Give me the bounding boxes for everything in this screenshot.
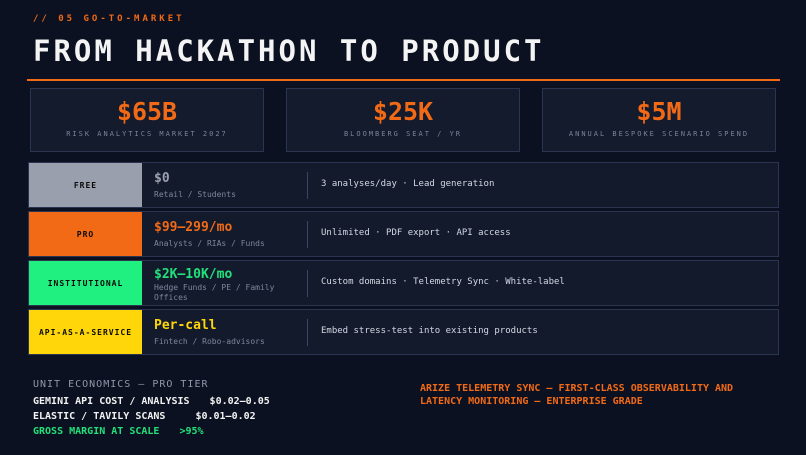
unit-economics-row: GROSS MARGIN AT SCALE >95% bbox=[33, 426, 204, 437]
stat-card-bloomberg: $25K BLOOMBERG SEAT / YR bbox=[286, 88, 520, 152]
tier-badge: FREE bbox=[29, 163, 142, 207]
stat-value: $5M bbox=[636, 97, 682, 126]
tier-features: 3 analyses/day · Lead generation bbox=[321, 179, 495, 189]
tier-badge: PRO bbox=[29, 212, 142, 256]
tier-row-free: FREE $0 Retail / Students 3 analyses/day… bbox=[28, 162, 779, 208]
page-title: FROM HACKATHON TO PRODUCT bbox=[33, 34, 545, 68]
unit-economics-row: GEMINI API COST / ANALYSIS $0.02–0.05 bbox=[33, 396, 270, 407]
tier-row-institutional: INSTITUTIONAL $2K–10K/mo Hedge Funds / P… bbox=[28, 260, 779, 306]
tier-price: $0 bbox=[154, 171, 170, 186]
tier-audience: Hedge Funds / PE / Family Offices bbox=[154, 283, 275, 302]
title-divider bbox=[27, 79, 780, 81]
tier-features: Custom domains · Telemetry Sync · White-… bbox=[321, 277, 565, 287]
stat-card-scenario-spend: $5M ANNUAL BESPOKE SCENARIO SPEND bbox=[542, 88, 776, 152]
tier-row-api: API-AS-A-SERVICE Per-call Fintech / Robo… bbox=[28, 309, 779, 355]
stat-label: RISK ANALYTICS MARKET 2027 bbox=[66, 130, 228, 138]
section-eyebrow: // 05 GO-TO-MARKET bbox=[33, 14, 185, 24]
tier-price: $2K–10K/mo bbox=[154, 267, 233, 282]
unit-economics-value: $0.01–0.02 bbox=[195, 411, 256, 422]
tier-features: Unlimited · PDF export · API access bbox=[321, 228, 511, 238]
unit-economics-label: GROSS MARGIN AT SCALE bbox=[33, 426, 160, 437]
tier-features: Embed stress-test into existing products bbox=[321, 326, 538, 336]
stat-label: ANNUAL BESPOKE SCENARIO SPEND bbox=[568, 130, 750, 138]
tier-badge: API-AS-A-SERVICE bbox=[29, 310, 142, 354]
stat-value: $25K bbox=[372, 97, 434, 126]
unit-economics-row: ELASTIC / TAVILY SCANS $0.01–0.02 bbox=[33, 411, 256, 422]
tier-audience: Analysts / RIAs / Funds bbox=[154, 239, 265, 248]
unit-economics-heading: UNIT ECONOMICS — PRO TIER bbox=[33, 379, 209, 390]
unit-economics-value: >95% bbox=[179, 426, 204, 437]
stat-card-market: $65B RISK ANALYTICS MARKET 2027 bbox=[30, 88, 264, 152]
tier-divider bbox=[307, 319, 308, 346]
unit-economics-label: GEMINI API COST / ANALYSIS bbox=[33, 396, 190, 407]
unit-economics-value: $0.02–0.05 bbox=[209, 396, 270, 407]
arize-telemetry-note: ARIZE TELEMETRY SYNC — FIRST-CLASS OBSER… bbox=[420, 383, 734, 407]
tier-price: $99–299/mo bbox=[154, 220, 233, 235]
tier-divider bbox=[307, 172, 308, 199]
tier-divider bbox=[307, 221, 308, 248]
tier-price: Per-call bbox=[154, 318, 217, 333]
tier-audience: Retail / Students bbox=[154, 190, 236, 199]
tier-divider bbox=[307, 270, 308, 297]
stat-value: $65B bbox=[116, 97, 178, 126]
slide: // 05 GO-TO-MARKET FROM HACKATHON TO PRO… bbox=[0, 0, 806, 455]
stat-label: BLOOMBERG SEAT / YR bbox=[343, 130, 463, 138]
tier-row-pro: PRO $99–299/mo Analysts / RIAs / Funds U… bbox=[28, 211, 779, 257]
tier-badge: INSTITUTIONAL bbox=[29, 261, 142, 305]
tier-audience: Fintech / Robo-advisors bbox=[154, 337, 265, 346]
unit-economics-label: ELASTIC / TAVILY SCANS bbox=[33, 411, 166, 422]
